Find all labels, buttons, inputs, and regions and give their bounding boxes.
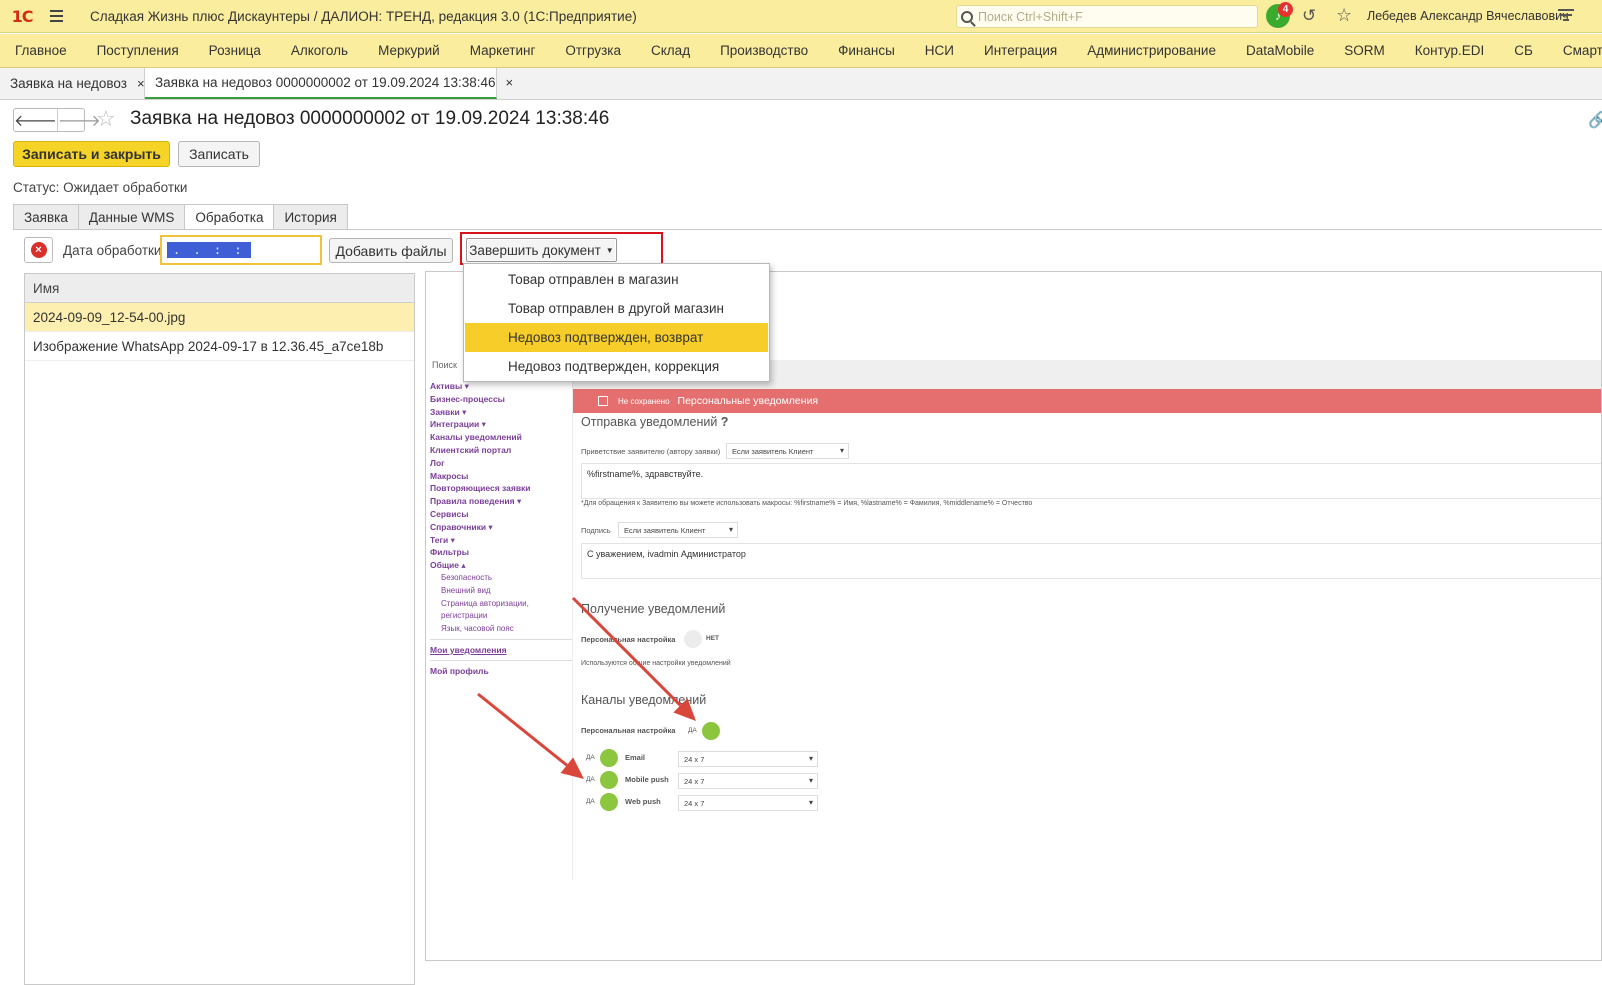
clear-icon: × (30, 242, 47, 258)
menu-item[interactable]: СБ (1499, 43, 1548, 58)
menu-item[interactable]: Контур.EDI (1400, 43, 1500, 58)
menu-item[interactable]: Финансы (823, 43, 910, 58)
finish-document-button[interactable]: Завершить документ ▼ (466, 238, 617, 262)
back-arrow-icon[interactable]: 🡐 (14, 109, 58, 131)
finish-option-confirmed-correction[interactable]: Недовоз подтвержден, коррекция (465, 352, 768, 381)
menu-item[interactable]: SORM (1329, 43, 1400, 58)
add-to-favorites-star-icon[interactable]: ☆ (96, 106, 116, 132)
doc-tab-label: Заявка на недовоз 0000000002 от 19.09.20… (155, 75, 496, 90)
clear-button[interactable]: × (24, 237, 53, 263)
table-row[interactable]: Изображение WhatsApp 2024-09-17 в 12.36.… (25, 332, 414, 361)
1c-logo[interactable]: 1С (0, 0, 44, 33)
doc-tab-label: Заявка на недовоз (10, 76, 127, 91)
menu-item[interactable]: Отгрузка (550, 43, 636, 58)
search-placeholder: Поиск Ctrl+Shift+F (978, 9, 1083, 24)
form-tabs: Заявка Данные WMS Обработка История (13, 204, 348, 230)
menu-item[interactable]: DataMobile (1231, 43, 1329, 58)
close-icon[interactable]: × (506, 75, 514, 90)
annotation-arrow-channels-shaft (477, 692, 568, 767)
menu-item[interactable]: Алкоголь (276, 43, 363, 58)
finish-document-label: Завершить документ (469, 242, 601, 258)
global-search-input[interactable]: Поиск Ctrl+Shift+F (956, 5, 1258, 28)
finish-option-confirmed-return[interactable]: Недовоз подтвержден, возврат (465, 323, 768, 352)
menu-item[interactable]: Склад (636, 43, 705, 58)
save-and-close-button[interactable]: Записать и закрыть (13, 141, 170, 167)
history-nav: 🡐 🡒 (13, 108, 101, 132)
save-button[interactable]: Записать (178, 141, 260, 167)
form-title: Заявка на недовоз 0000000002 от 19.09.20… (130, 108, 610, 129)
menu-item[interactable]: Смарт СВ (1548, 43, 1602, 58)
annotation-arrow-personal-shaft (571, 596, 682, 707)
menu-item[interactable]: Меркурий (363, 43, 455, 58)
doc-tab-current[interactable]: Заявка на недовоз 0000000002 от 19.09.20… (145, 68, 513, 99)
files-table: Имя 2024-09-09_12-54-00.jpg Изображение … (24, 273, 415, 985)
sections-menu: Главное Поступления Розница Алкоголь Меркури… (0, 34, 1602, 68)
menu-item[interactable]: Розница (194, 43, 276, 58)
tab-wms-data[interactable]: Данные WMS (77, 204, 186, 229)
settings-menu-icon[interactable] (1558, 9, 1574, 24)
user-name[interactable]: Лебедев Александр Вячеславович (1367, 9, 1569, 23)
open-documents-tabs: Заявка на недовоз × Заявка на недовоз 00… (0, 68, 1602, 100)
finish-option-sent-to-other-store[interactable]: Товар отправлен в другой магазин (465, 294, 768, 323)
main-menu-icon[interactable] (50, 0, 74, 33)
finish-document-dropdown: Товар отправлен в магазин Товар отправле… (463, 263, 770, 382)
close-icon[interactable]: × (137, 76, 145, 91)
menu-item[interactable]: Маркетинг (455, 43, 551, 58)
app-title: Сладкая Жизнь плюс Дискаунтеры / ДАЛИОН:… (90, 8, 637, 24)
tab-request[interactable]: Заявка (13, 204, 79, 229)
annotation-arrow-channels-head (560, 757, 584, 779)
favorites-star-icon[interactable]: ☆ (1336, 5, 1352, 26)
menu-item[interactable]: Главное (0, 43, 82, 58)
tab-processing[interactable]: Обработка (184, 204, 275, 230)
status-text: Статус: Ожидает обработки (13, 180, 188, 195)
date-value: . . : : (167, 242, 251, 258)
search-icon (961, 10, 973, 23)
add-files-button[interactable]: Добавить файлы (329, 238, 453, 263)
processing-date-label: Дата обработки: (63, 243, 166, 258)
title-bar: 1С Сладкая Жизнь плюс Дискаунтеры / ДАЛИ… (0, 0, 1602, 33)
notifications-count-badge: 4 (1278, 2, 1293, 17)
menu-item[interactable]: Производство (705, 43, 823, 58)
link-icon[interactable]: 🔗 (1588, 110, 1602, 130)
tab-history[interactable]: История (273, 204, 348, 229)
menu-item[interactable]: НСИ (910, 43, 969, 58)
menu-item[interactable]: Администрирование (1072, 43, 1231, 58)
doc-tab-list[interactable]: Заявка на недовоз × (0, 68, 145, 99)
table-row[interactable]: 2024-09-09_12-54-00.jpg (25, 303, 414, 332)
processing-date-input[interactable]: . . : : (160, 235, 322, 265)
forward-arrow-icon[interactable]: 🡒 (58, 109, 101, 131)
tabs-divider (13, 229, 1602, 230)
history-icon[interactable]: ↺ (1302, 6, 1316, 26)
chevron-down-icon: ▼ (605, 245, 614, 255)
menu-item[interactable]: Поступления (82, 43, 194, 58)
menu-item[interactable]: Интеграция (969, 43, 1072, 58)
finish-option-sent-to-store[interactable]: Товар отправлен в магазин (465, 265, 768, 294)
files-column-header[interactable]: Имя (25, 274, 414, 303)
